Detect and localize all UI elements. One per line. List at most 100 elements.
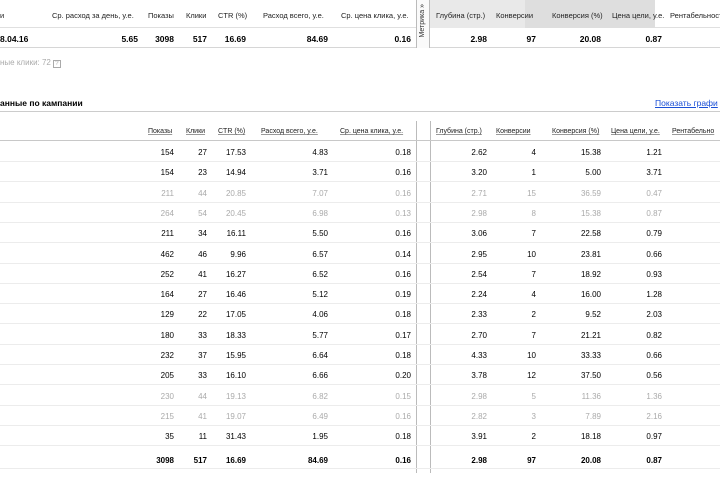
cell-depth: 3.06 — [471, 229, 487, 239]
cell-clicks: 54 — [198, 208, 207, 218]
cell-goal-cost: 2.03 — [646, 310, 662, 320]
cell-cpc: 0.15 — [395, 391, 411, 401]
cell-depth: 2.98 — [471, 455, 487, 465]
cell-clicks: 46 — [198, 249, 207, 259]
table-row: 35 11 31.43 1.95 0.18 3.91 2 18.18 0.97 — [0, 426, 720, 447]
cell-goal-cost: 3.71 — [646, 168, 662, 178]
cell-goal-cost: 0.97 — [646, 432, 662, 442]
cell-goal-cost: 1.36 — [646, 391, 662, 401]
col-avg-spend-day[interactable]: Ср. расход за день, у.е. — [52, 11, 134, 20]
cell-spend: 6.98 — [312, 208, 328, 218]
th-spend[interactable]: Расход всего, у.е. — [261, 128, 318, 135]
cell-spend: 6.66 — [312, 371, 328, 381]
cell-conversion-rate: 7.89 — [585, 411, 601, 421]
cell-spend: 5.77 — [312, 330, 328, 340]
cell-clicks: 33 — [198, 330, 207, 340]
cell-spend: 1.95 — [312, 432, 328, 442]
cell-depth: 3.78 — [471, 371, 487, 381]
cell-goal-cost: 0.87 — [646, 208, 662, 218]
cell-clicks: 27 — [198, 290, 207, 300]
cell-spend: 6.52 — [312, 269, 328, 279]
col-avg-cpc[interactable]: Ср. цена клика, у.е. — [341, 11, 409, 20]
cell-goal-cost: 0.47 — [646, 188, 662, 198]
col-ctr[interactable]: CTR (%) — [218, 11, 247, 20]
th-profitability[interactable]: Рентабельно — [672, 128, 714, 135]
cell-clicks: 41 — [198, 269, 207, 279]
table-row: 205 33 16.10 6.66 0.20 3.78 12 37.50 0.56 — [0, 365, 720, 386]
cell-spend: 6.64 — [312, 351, 328, 360]
cell-impressions: 129 — [160, 310, 174, 320]
cell-depth: 2.95 — [471, 249, 487, 259]
metrika-label[interactable]: Метрика » — [419, 4, 426, 38]
cell-depth: 2.71 — [471, 188, 487, 198]
cell-ctr: 20.85 — [225, 188, 246, 198]
cell-impressions: 180 — [160, 330, 174, 340]
cell-conversions: 4 — [531, 148, 536, 157]
cell-conversions: 4 — [531, 290, 536, 300]
cell-goal-cost: 0.79 — [646, 229, 662, 239]
cell-conversions: 15 — [527, 188, 536, 198]
help-icon[interactable]: ? — [52, 60, 61, 68]
cell-conversion-rate: 33.33 — [580, 351, 601, 360]
cell-ctr: 15.95 — [225, 351, 246, 360]
th-goal-cost[interactable]: Цена цели, у.е. — [611, 128, 660, 135]
col-spend-total[interactable]: Расход всего, у.е. — [263, 11, 324, 20]
th-cpc[interactable]: Ср. цена клика, у.е. — [340, 128, 403, 135]
cell-clicks: 44 — [198, 391, 207, 401]
cell-conversions: 10 — [527, 249, 536, 259]
cell-depth: 2.98 — [471, 208, 487, 218]
cell-ctr: 9.96 — [230, 249, 246, 259]
col-depth[interactable]: Глубина (стр.) — [436, 11, 485, 20]
cell-clicks: 23 — [198, 168, 207, 178]
cell-ctr: 18.33 — [225, 330, 246, 340]
cell-spend: 4.06 — [312, 310, 328, 320]
cell-spend: 6.49 — [312, 411, 328, 421]
col-impressions[interactable]: Показы — [148, 11, 174, 20]
cell-ctr: 14.94 — [225, 168, 246, 178]
cell-cpc: 0.18 — [395, 310, 411, 320]
cell-impressions: 154 — [160, 148, 174, 157]
col-goal-cost[interactable]: Цена цели, у.е. — [612, 11, 664, 20]
th-ctr[interactable]: CTR (%) — [218, 128, 245, 135]
cell-impressions: 230 — [160, 391, 174, 401]
cell-depth: 2.70 — [471, 330, 487, 340]
cell-spend: 3.71 — [312, 168, 328, 178]
cell-goal-cost: 0.93 — [646, 269, 662, 279]
cell-impressions: 35 — [165, 432, 174, 442]
cell-conversions: 7 — [531, 229, 536, 239]
summary-impressions: 3098 — [155, 34, 174, 44]
summary-conversion-rate: 20.08 — [579, 34, 601, 44]
cell-conversion-rate: 18.18 — [580, 432, 601, 442]
cell-cpc: 0.16 — [395, 455, 411, 465]
col-profitability[interactable]: Рентабельность — [670, 11, 720, 20]
metrika-toggle[interactable]: Метрика » — [416, 0, 430, 48]
col-conversions[interactable]: Конверсии — [496, 11, 533, 20]
th-depth[interactable]: Глубина (стр.) — [436, 128, 482, 135]
th-clicks[interactable]: Клики — [186, 128, 205, 135]
cell-spend: 6.57 — [312, 249, 328, 259]
th-conversions[interactable]: Конверсии — [496, 128, 531, 135]
cell-goal-cost: 0.66 — [646, 249, 662, 259]
cell-conversion-rate: 15.38 — [580, 148, 601, 157]
cell-clicks: 517 — [193, 455, 207, 465]
total-row: 3098 517 16.69 84.69 0.16 2.98 97 20.08 0.87 — [0, 449, 720, 469]
summary-table: и Ср. расход за день, у.е. Показы Клики … — [0, 0, 720, 48]
cell-depth: 2.82 — [471, 411, 487, 421]
summary-avg-cpc: 0.16 — [394, 34, 411, 44]
col-conversion-rate[interactable]: Конверсия (%) — [552, 11, 603, 20]
cell-conversion-rate: 18.92 — [580, 269, 601, 279]
cell-impressions: 264 — [160, 208, 174, 218]
cell-ctr: 31.43 — [225, 432, 246, 442]
cell-impressions: 232 — [160, 351, 174, 360]
table-row: 264 54 20.45 6.98 0.13 2.98 8 15.38 0.87 — [0, 203, 720, 223]
cell-conversions: 7 — [531, 269, 536, 279]
cell-ctr: 16.10 — [225, 371, 246, 381]
section-title: анные по кампании — [0, 98, 83, 108]
col-clicks[interactable]: Клики — [186, 11, 206, 20]
cell-spend: 5.12 — [312, 290, 328, 300]
show-chart-link[interactable]: Показать графи — [655, 98, 718, 108]
cell-cpc: 0.18 — [395, 432, 411, 442]
th-impressions[interactable]: Показы — [148, 128, 172, 135]
cell-depth: 2.33 — [471, 310, 487, 320]
th-conversion-rate[interactable]: Конверсия (%) — [552, 128, 599, 135]
